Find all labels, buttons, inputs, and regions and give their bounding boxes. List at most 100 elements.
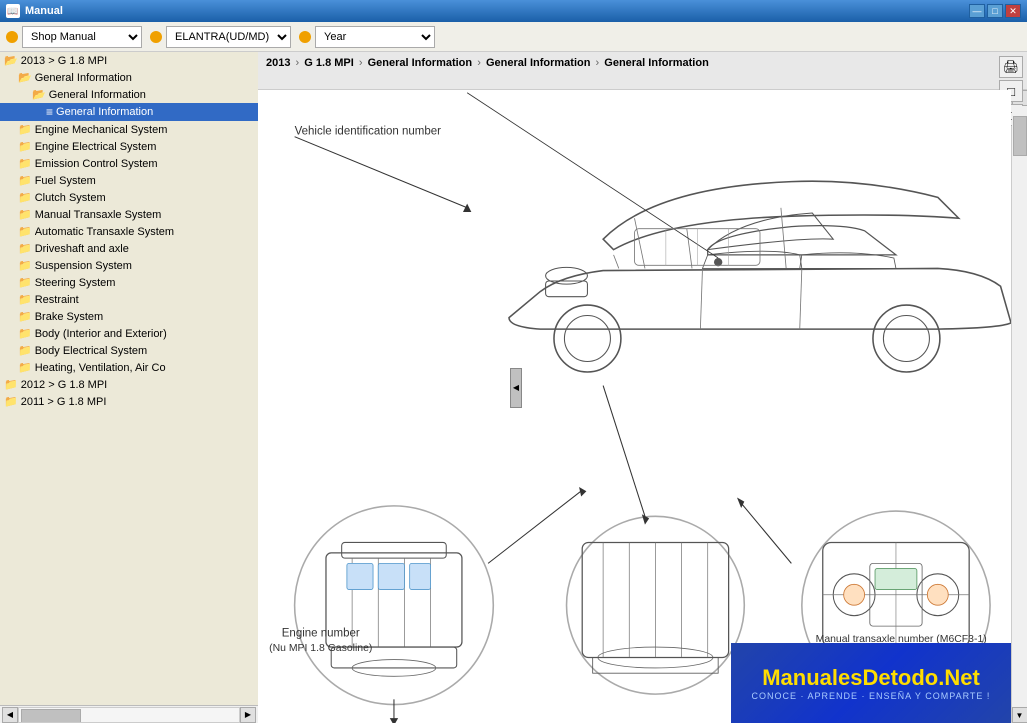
tree-label-10: Automatic Transaxle System (35, 226, 174, 238)
engine-circle (295, 506, 494, 723)
tree-icon-15: 📁 (18, 310, 32, 323)
v-scroll-thumb (1013, 116, 1027, 156)
tree-label-9: Manual Transaxle System (35, 209, 162, 221)
tree-item-13[interactable]: 📁Steering System (0, 274, 258, 291)
tree-label-4: Engine Mechanical System (35, 124, 168, 136)
tree-item-2[interactable]: 📂General Information (0, 86, 258, 103)
engine-label-2: (Nu MPI 1.8 Gasoline) (269, 643, 372, 654)
center-arrow (603, 386, 645, 517)
shop-manual-select[interactable]: Shop Manual (22, 26, 142, 48)
tree-item-7[interactable]: 📁Fuel System (0, 172, 258, 189)
v-scroll-track (1012, 106, 1027, 707)
center-circle (567, 516, 745, 694)
shop-manual-icon (6, 31, 18, 43)
tree-item-4[interactable]: 📁Engine Mechanical System (0, 121, 258, 138)
tree-item-0[interactable]: 📂2013 > G 1.8 MPI (0, 52, 258, 69)
print-button[interactable]: 🖨 (999, 56, 1023, 78)
close-button[interactable]: ✕ (1005, 4, 1021, 18)
window-controls: — □ ✕ (969, 4, 1021, 18)
tree-item-20[interactable]: 📁2011 > G 1.8 MPI (0, 393, 258, 410)
tree-item-6[interactable]: 📁Emission Control System (0, 155, 258, 172)
tree-label-17: Body Electrical System (35, 345, 147, 357)
scroll-left-btn[interactable]: ◀ (2, 707, 18, 723)
tree-icon-16: 📁 (18, 327, 32, 340)
tree-item-15[interactable]: 📁Brake System (0, 308, 258, 325)
tree-item-18[interactable]: 📁Heating, Ventilation, Air Co (0, 359, 258, 376)
watermark-subtitle: CONOCE · APRENDE · ENSEÑA Y COMPARTE ! (752, 691, 991, 701)
year-dropdown-container: Year 2011 2012 2013 (299, 26, 435, 48)
vin-label: Vehicle identification number (295, 126, 442, 138)
h-scroll-track (18, 707, 240, 723)
tree-label-16: Body (Interior and Exterior) (35, 328, 167, 340)
tree-icon-3: ≡ (46, 105, 53, 119)
watermark-title: ManualesDetodo.Net (752, 665, 991, 691)
tree-label-11: Driveshaft and axle (35, 243, 129, 255)
window-title: Manual (25, 5, 969, 17)
tree-label-8: Clutch System (35, 192, 106, 204)
tree-item-17[interactable]: 📁Body Electrical System (0, 342, 258, 359)
tree-item-12[interactable]: 📁Suspension System (0, 257, 258, 274)
tree-icon-10: 📁 (18, 225, 32, 238)
tree-icon-13: 📁 (18, 276, 32, 289)
app-icon: 📖 (6, 4, 20, 18)
tree-label-3: General Information (56, 106, 153, 118)
tree-item-14[interactable]: 📁Restraint (0, 291, 258, 308)
year-icon (299, 31, 311, 43)
tree-icon-18: 📁 (18, 361, 32, 374)
transaxle-arrow (739, 501, 791, 564)
title-bar: 📖 Manual — □ ✕ (0, 0, 1027, 22)
restore-button[interactable]: □ (987, 4, 1003, 18)
h-scroll-thumb (21, 709, 81, 723)
content-area: 2013 › G 1.8 MPI › General Information ›… (258, 52, 1027, 723)
tree-label-12: Suspension System (35, 260, 132, 272)
tree-item-5[interactable]: 📁Engine Electrical System (0, 138, 258, 155)
tree-icon-6: 📁 (18, 157, 32, 170)
shop-manual-dropdown-container: Shop Manual (6, 26, 142, 48)
car-main-drawing (467, 93, 1011, 372)
minimize-button[interactable]: — (969, 4, 985, 18)
sidebar-scroll[interactable]: 📂2013 > G 1.8 MPI📂General Information📂Ge… (0, 52, 258, 705)
tree-item-10[interactable]: 📁Automatic Transaxle System (0, 223, 258, 240)
tree-label-5: Engine Electrical System (35, 141, 157, 153)
scroll-down-button[interactable]: ▼ (1012, 707, 1027, 723)
tree-icon-14: 📁 (18, 293, 32, 306)
tree-item-9[interactable]: 📁Manual Transaxle System (0, 206, 258, 223)
tree-item-11[interactable]: 📁Driveshaft and axle (0, 240, 258, 257)
breadcrumb-text: 2013 › G 1.8 MPI › General Information ›… (266, 56, 709, 71)
tree-item-16[interactable]: 📁Body (Interior and Exterior) (0, 325, 258, 342)
tree-item-19[interactable]: 📁2012 > G 1.8 MPI (0, 376, 258, 393)
toolbar: Shop Manual ELANTRA(UD/MD) Year 2011 201… (0, 22, 1027, 52)
tree-icon-7: 📁 (18, 174, 32, 187)
tree-label-18: Heating, Ventilation, Air Co (35, 362, 166, 374)
sidebar: 📂2013 > G 1.8 MPI📂General Information📂Ge… (0, 52, 258, 723)
sidebar-collapse-button[interactable]: ◀ (510, 368, 522, 408)
tree-icon-11: 📁 (18, 242, 32, 255)
tree-item-3[interactable]: ≡General Information (0, 103, 258, 121)
vin-arrow-head (463, 204, 471, 212)
vin-arrow-line (295, 137, 468, 208)
engine-label-1: Engine number (282, 628, 360, 640)
tree-label-14: Restraint (35, 294, 79, 306)
tree-icon-12: 📁 (18, 259, 32, 272)
year-select[interactable]: Year 2011 2012 2013 (315, 26, 435, 48)
tree-item-8[interactable]: 📁Clutch System (0, 189, 258, 206)
scroll-right-btn[interactable]: ▶ (240, 707, 256, 723)
tree-label-19: 2012 > G 1.8 MPI (21, 379, 108, 391)
tree-label-2: General Information (49, 89, 146, 101)
breadcrumb: 2013 › G 1.8 MPI › General Information ›… (258, 52, 1027, 90)
tree-label-1: General Information (35, 72, 132, 84)
tree-label-15: Brake System (35, 311, 103, 323)
tree-icon-20: 📁 (4, 395, 18, 408)
tree-label-20: 2011 > G 1.8 MPI (21, 396, 107, 408)
model-icon (150, 31, 162, 43)
tree-item-1[interactable]: 📂General Information (0, 69, 258, 86)
tree-icon-5: 📁 (18, 140, 32, 153)
vertical-scrollbar[interactable]: ▲ ▼ (1011, 90, 1027, 723)
tree-icon-1: 📂 (18, 71, 32, 84)
sidebar-bottom-bar: ◀ ▶ (0, 705, 258, 723)
model-select[interactable]: ELANTRA(UD/MD) (166, 26, 291, 48)
tree-label-6: Emission Control System (35, 158, 158, 170)
diagram-svg: Vehicle identification number (258, 90, 1011, 723)
tree-label-7: Fuel System (35, 175, 96, 187)
tree-icon-4: 📁 (18, 123, 32, 136)
